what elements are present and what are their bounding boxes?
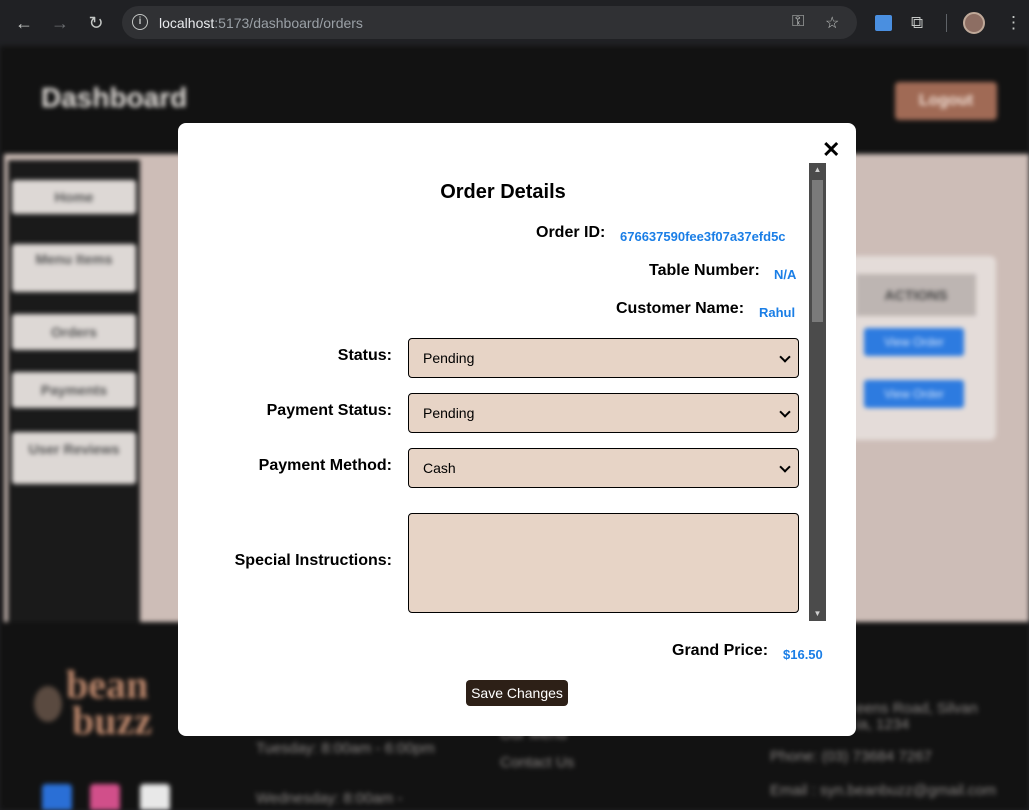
bean-buzz-logo: bean buzz xyxy=(28,658,168,743)
footer-link-contact[interactable]: Contact Us xyxy=(500,754,574,771)
payment-method-select[interactable]: Cash xyxy=(408,448,799,488)
order-id-value: 676637590fee3f07a37efd5c xyxy=(620,229,786,244)
instagram-icon[interactable] xyxy=(90,784,120,810)
grand-price-label: Grand Price: xyxy=(672,642,769,659)
modal-title: Order Details xyxy=(440,181,566,203)
payment-status-select-value: Pending xyxy=(423,405,475,421)
sidebar-item-payments[interactable]: Payments xyxy=(12,372,136,408)
special-instructions-label: Special Instructions: xyxy=(234,552,392,569)
status-select-value: Pending xyxy=(423,350,475,366)
extension-icon[interactable] xyxy=(875,15,892,31)
chevron-down-icon xyxy=(779,406,791,418)
footer-email: Email : syn.beanbuzz@gmail.com xyxy=(770,782,997,799)
reload-icon[interactable]: ↻ xyxy=(86,13,106,33)
close-icon[interactable]: ✕ xyxy=(822,139,840,161)
star-icon[interactable]: ☆ xyxy=(825,13,839,33)
payment-method-label: Payment Method: xyxy=(258,457,392,474)
url-text[interactable]: localhost:5173/dashboard/orders xyxy=(159,15,363,31)
scrollbar-thumb[interactable] xyxy=(812,180,823,322)
logout-button[interactable]: Logout xyxy=(895,82,997,120)
customer-name-label: Customer Name: xyxy=(616,300,745,317)
status-select[interactable]: Pending xyxy=(408,338,799,378)
svg-text:buzz: buzz xyxy=(72,698,152,742)
address-bar[interactable]: i localhost:5173/dashboard/orders ⚿ ☆ xyxy=(122,6,857,39)
table-number-value: N/A xyxy=(774,267,797,282)
scrollbar[interactable]: ▲ ▼ xyxy=(809,163,826,621)
status-label: Status: xyxy=(337,347,392,364)
customer-name-value: Rahul xyxy=(759,305,796,320)
chevron-down-icon xyxy=(779,461,791,473)
view-order-button[interactable]: View Order xyxy=(864,380,964,408)
footer-hours-1: Tuesday: 8:00am - 6:00pm xyxy=(256,740,435,757)
payment-status-select[interactable]: Pending xyxy=(408,393,799,433)
browser-toolbar: ← → ↻ i localhost:5173/dashboard/orders … xyxy=(0,0,1029,46)
menu-dots-icon[interactable]: ⋮ xyxy=(1005,13,1022,33)
modal-scroll-area[interactable]: Order Details Order ID: 676637590fee3f07… xyxy=(178,163,826,621)
order-details-modal: ✕ Order Details Order ID: 676637590fee3f… xyxy=(178,123,856,736)
sidebar-item-user-reviews[interactable]: User Reviews xyxy=(12,432,136,484)
toolbar-divider xyxy=(946,14,947,32)
sidebar-item-menu-items[interactable]: Menu Items xyxy=(12,244,136,292)
dashboard-title: Dashboard xyxy=(41,82,188,113)
view-order-button[interactable]: View Order xyxy=(864,328,964,356)
table-number-label: Table Number: xyxy=(649,262,760,279)
actions-header: ACTIONS xyxy=(856,274,976,316)
key-icon[interactable]: ⚿ xyxy=(792,13,804,31)
sidebar-item-home[interactable]: Home xyxy=(12,180,136,214)
extension-puzzle-icon[interactable]: ⧉ xyxy=(911,13,923,33)
save-changes-button[interactable]: Save Changes xyxy=(466,680,568,706)
footer-hours-2: Wednesday: 8:00am - xyxy=(256,790,403,807)
site-info-icon[interactable]: i xyxy=(132,14,148,30)
profile-avatar[interactable] xyxy=(963,12,985,34)
x-twitter-icon[interactable] xyxy=(140,784,170,810)
forward-icon[interactable]: → xyxy=(50,13,70,33)
scroll-down-icon[interactable]: ▼ xyxy=(809,607,826,621)
payment-status-label: Payment Status: xyxy=(266,402,392,419)
facebook-icon[interactable] xyxy=(42,784,72,810)
footer-address-1: eens Road, Silvan xyxy=(856,700,978,717)
order-id-label: Order ID: xyxy=(536,224,606,241)
payment-method-select-value: Cash xyxy=(423,460,456,476)
special-instructions-textarea[interactable] xyxy=(408,513,799,613)
footer-phone: Phone: (03) 73684 7267 xyxy=(770,748,932,765)
back-icon[interactable]: ← xyxy=(14,13,34,33)
sidebar-item-orders[interactable]: Orders xyxy=(12,314,136,350)
scroll-up-icon[interactable]: ▲ xyxy=(809,163,826,177)
footer-address-2: ia, 1234 xyxy=(856,716,910,733)
grand-price-value: $16.50 xyxy=(783,647,823,662)
chevron-down-icon xyxy=(779,351,791,363)
